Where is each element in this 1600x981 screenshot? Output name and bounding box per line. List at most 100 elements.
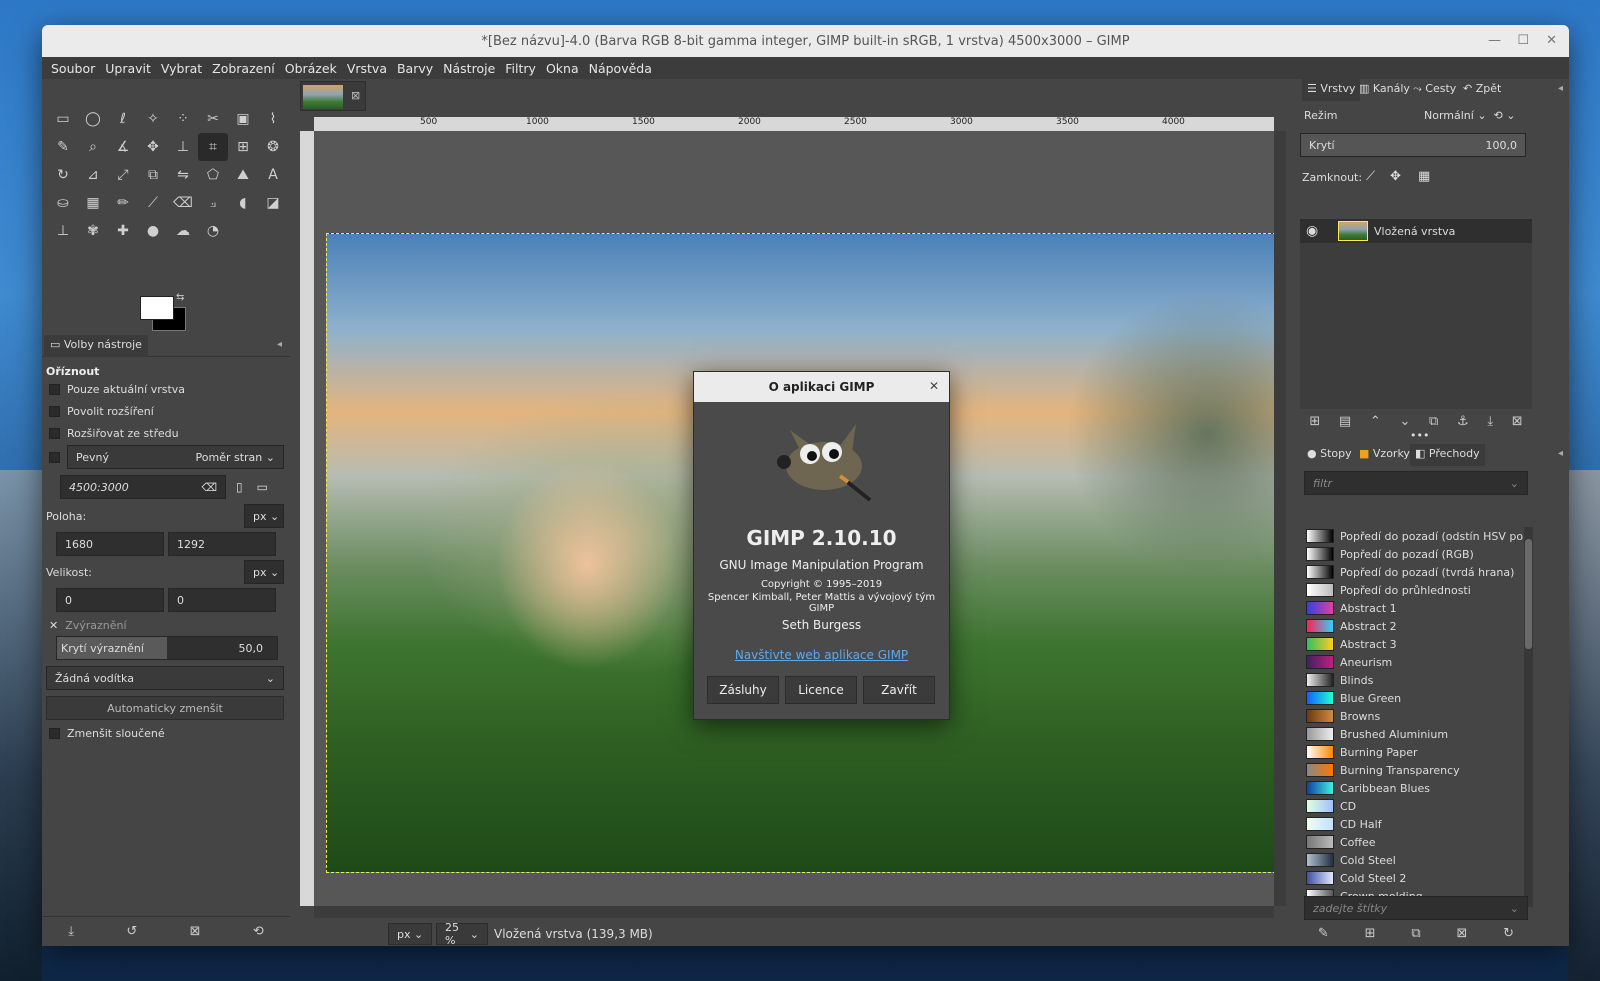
delete-preset-icon[interactable]: ⊠ xyxy=(190,924,201,939)
panel-menu-icon[interactable]: ◂ xyxy=(1558,448,1563,459)
swap-colors-icon[interactable]: ⇆ xyxy=(176,292,184,303)
tab-gradients[interactable]: ◧ Přechody xyxy=(1410,444,1485,466)
edit-gradient-icon[interactable]: ✎ xyxy=(1318,926,1329,941)
gradient-item[interactable]: Abstract 2 xyxy=(1300,617,1524,635)
cage-transform-icon[interactable]: ⬠ xyxy=(198,161,228,189)
select-by-color-icon[interactable]: ⁘ xyxy=(168,105,198,133)
tags-input[interactable]: zadejte štítky ⌄ xyxy=(1304,896,1528,920)
visibility-eye-icon[interactable]: ◉ xyxy=(1306,223,1318,239)
gradient-item[interactable]: Burning Paper xyxy=(1300,743,1524,761)
highlight-checkbox[interactable]: ✕ Zvýraznění xyxy=(46,614,284,636)
perspective-icon[interactable]: ⧉ xyxy=(138,161,168,189)
move-icon[interactable]: ✥ xyxy=(138,133,168,161)
unified-transform-icon[interactable]: ⊞ xyxy=(228,133,258,161)
new-gradient-icon[interactable]: ⊞ xyxy=(1365,926,1376,941)
gradient-item[interactable]: Popředí do pozadí (tvrdá hrana) xyxy=(1300,563,1524,581)
color-picker-icon[interactable]: ✎ xyxy=(48,133,78,161)
new-layer-group-icon[interactable]: ▤ xyxy=(1339,414,1351,429)
tab-paths[interactable]: ⤳ Cesty xyxy=(1408,79,1461,101)
refresh-icon[interactable]: ↻ xyxy=(1503,926,1514,941)
gradient-icon[interactable]: ▦ xyxy=(78,189,108,217)
gradient-item[interactable]: Popředí do průhlednosti xyxy=(1300,581,1524,599)
menu-okna[interactable]: Okna xyxy=(546,61,579,76)
dock-separator-handle[interactable]: ••• xyxy=(1410,429,1429,442)
unit-dropdown[interactable]: px ⌄ xyxy=(388,923,432,945)
delete-gradient-icon[interactable]: ⊠ xyxy=(1456,926,1467,941)
guides-dropdown[interactable]: Žádná vodítka ⌄ xyxy=(46,666,284,690)
perspective-clone-icon[interactable]: ✾ xyxy=(78,217,108,245)
shear-icon[interactable]: ⊿ xyxy=(78,161,108,189)
position-unit-dropdown[interactable]: px ⌄ xyxy=(244,504,284,528)
gradient-item[interactable]: Burning Transparency xyxy=(1300,761,1524,779)
pencil-icon[interactable]: ✏ xyxy=(108,189,138,217)
paths-icon[interactable]: ⌇ xyxy=(258,105,288,133)
smudge-icon[interactable]: ☁ xyxy=(168,217,198,245)
gradient-item[interactable]: Blue Green xyxy=(1300,689,1524,707)
airbrush-icon[interactable]: ⟓ xyxy=(198,189,228,217)
menu-zobrazeni[interactable]: Zobrazení xyxy=(212,61,275,76)
close-button[interactable]: Zavřít xyxy=(863,676,935,704)
restore-preset-icon[interactable]: ↺ xyxy=(126,924,137,939)
auto-shrink-button[interactable]: Automaticky zmenšit xyxy=(46,696,284,720)
measure-icon[interactable]: ∡ xyxy=(108,133,138,161)
gradient-item[interactable]: Popředí do pozadí (odstín HSV po směru xyxy=(1300,527,1524,545)
highlight-opacity-slider[interactable]: Krytí výraznění 50,0 xyxy=(56,636,278,660)
scale-icon[interactable]: ⤢ xyxy=(108,161,138,189)
new-layer-icon[interactable]: ⊞ xyxy=(1309,414,1320,429)
duplicate-layer-icon[interactable]: ⧉ xyxy=(1429,414,1438,429)
menu-filtry[interactable]: Filtry xyxy=(505,61,536,76)
minimize-icon[interactable]: — xyxy=(1488,33,1501,48)
tab-patterns[interactable]: ■ Vzorky xyxy=(1354,444,1415,466)
close-image-icon[interactable]: ⊠ xyxy=(351,89,360,102)
handle-transform-icon[interactable]: ⛰ xyxy=(228,161,258,189)
shrink-merged-checkbox[interactable]: Zmenšit sloučené xyxy=(46,722,284,744)
text-icon[interactable]: A xyxy=(258,161,288,189)
dialog-close-icon[interactable]: ✕ xyxy=(929,379,939,393)
gradient-item[interactable]: Brushed Aluminium xyxy=(1300,725,1524,743)
vertical-scrollbar[interactable] xyxy=(1274,131,1286,906)
anchor-icon[interactable]: ⚓ xyxy=(1457,414,1469,429)
ellipse-select-icon[interactable]: ◯ xyxy=(78,105,108,133)
foreground-select-icon[interactable]: ▣ xyxy=(228,105,258,133)
size-height-field[interactable]: 0 xyxy=(168,588,276,612)
portrait-icon[interactable]: ▯ xyxy=(236,480,243,494)
gradient-item[interactable]: Abstract 1 xyxy=(1300,599,1524,617)
fixed-mode-dropdown[interactable]: Pevný Poměr stran ⌄ xyxy=(67,445,284,469)
gradient-item[interactable]: Abstract 3 xyxy=(1300,635,1524,653)
gradient-item[interactable]: Cold Steel 2 xyxy=(1300,869,1524,887)
clear-icon[interactable]: ⌫ xyxy=(201,481,217,494)
tab-brushes[interactable]: ● Stopy xyxy=(1302,444,1357,466)
rotate-icon[interactable]: ↻ xyxy=(48,161,78,189)
clone-icon[interactable]: ⊥ xyxy=(48,217,78,245)
tab-tool-options[interactable]: ▭ Volby nástroje xyxy=(44,335,148,357)
bucket-fill-icon[interactable]: ⛀ xyxy=(48,189,78,217)
gradient-item[interactable]: Caribbean Blues xyxy=(1300,779,1524,797)
blur-icon[interactable]: ● xyxy=(138,217,168,245)
mypaint-brush-icon[interactable]: ◪ xyxy=(258,189,288,217)
foreground-color-swatch[interactable] xyxy=(140,296,174,320)
mode-dropdown[interactable]: Normální ⌄ ⟲ ⌄ xyxy=(1424,109,1515,122)
tab-layers[interactable]: ☰ Vrstvy xyxy=(1302,79,1361,101)
vertical-ruler[interactable] xyxy=(300,131,314,906)
size-width-field[interactable]: 0 xyxy=(56,588,164,612)
lower-layer-icon[interactable]: ⌄ xyxy=(1399,414,1410,429)
close-icon[interactable]: ✕ xyxy=(1546,33,1557,48)
heal-icon[interactable]: ✚ xyxy=(108,217,138,245)
reset-icon[interactable]: ⟲ xyxy=(253,924,264,939)
eraser-icon[interactable]: ⌫ xyxy=(168,189,198,217)
tab-undo[interactable]: ↶ Zpět xyxy=(1458,79,1506,101)
gradient-item[interactable]: Cold Steel xyxy=(1300,851,1524,869)
maximize-icon[interactable]: ☐ xyxy=(1517,33,1529,48)
aspect-value-field[interactable]: 4500:3000 ⌫ xyxy=(60,475,226,499)
gradient-item[interactable]: Aneurism xyxy=(1300,653,1524,671)
paintbrush-icon[interactable]: ⟋ xyxy=(138,189,168,217)
zoom-dropdown[interactable]: 25 % ⌄ xyxy=(436,921,488,946)
rect-select-icon[interactable]: ▭ xyxy=(48,105,78,133)
gradient-item[interactable]: Blinds xyxy=(1300,671,1524,689)
license-button[interactable]: Licence xyxy=(785,676,857,704)
gradient-item[interactable]: Browns xyxy=(1300,707,1524,725)
merge-down-icon[interactable]: ⤓ xyxy=(1487,414,1493,429)
save-preset-icon[interactable]: ⤓ xyxy=(68,924,74,939)
expand-from-center-checkbox[interactable]: Rozšiřovat ze středu xyxy=(46,422,284,444)
menu-napoveda[interactable]: Nápověda xyxy=(589,61,652,76)
